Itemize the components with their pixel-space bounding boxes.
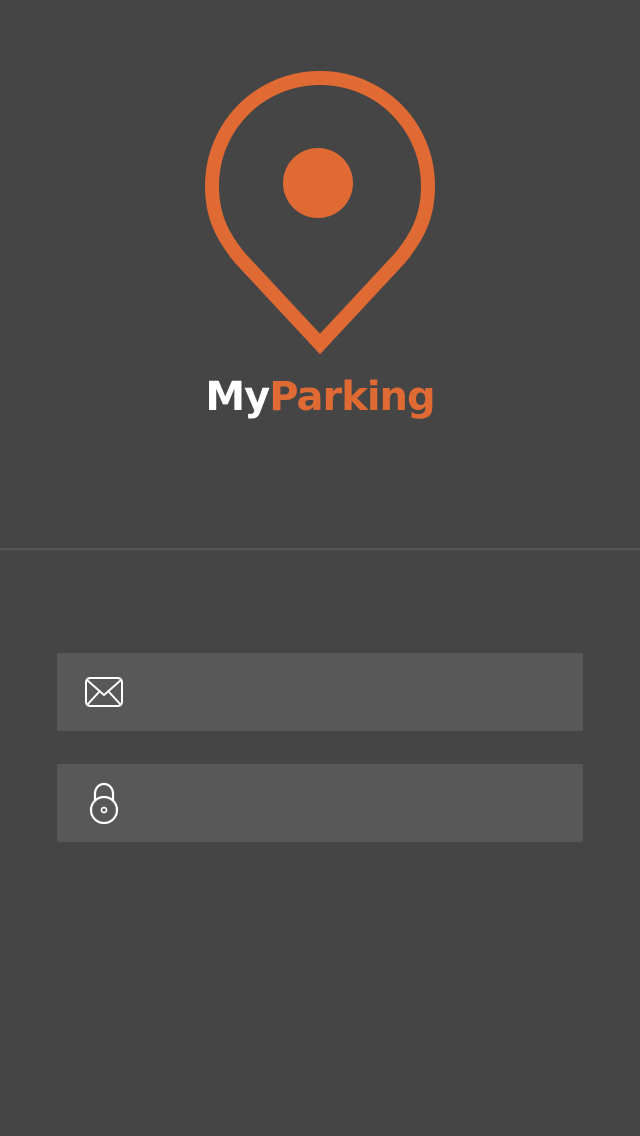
brand-text-my: My [205, 374, 270, 420]
location-pin-icon [204, 70, 436, 355]
password-input[interactable] [142, 772, 563, 834]
brand-text-parking: Parking [269, 374, 435, 420]
app-logo-text: MyParking [0, 372, 640, 422]
login-screen: MyParking [0, 0, 640, 1136]
section-divider [0, 548, 640, 550]
password-field[interactable] [57, 764, 583, 842]
email-input[interactable] [142, 661, 563, 723]
email-field[interactable] [57, 653, 583, 731]
logo-area: MyParking [0, 0, 640, 548]
envelope-icon [84, 672, 124, 712]
lock-icon [84, 782, 124, 824]
